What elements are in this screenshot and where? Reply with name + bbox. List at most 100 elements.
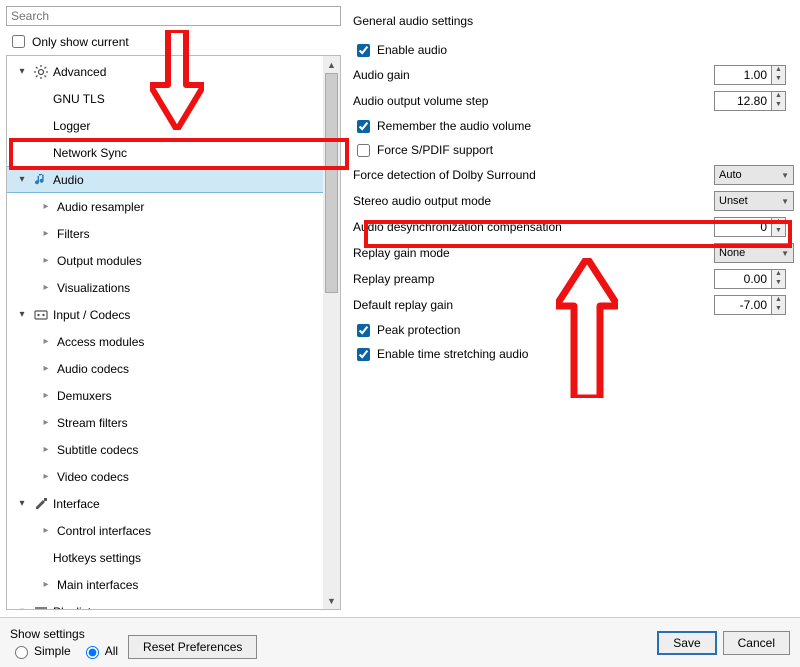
tree-input-codecs[interactable]: Input / Codecs <box>7 301 323 328</box>
scroll-up-icon[interactable]: ▲ <box>323 56 340 73</box>
search-input[interactable] <box>6 6 341 26</box>
tree-hotkeys-settings[interactable]: Hotkeys settings <box>7 544 323 571</box>
caret-down-icon[interactable] <box>15 498 29 509</box>
tree-advanced[interactable]: Advanced <box>7 58 323 85</box>
desync-input[interactable] <box>714 217 772 237</box>
caret-right-icon[interactable] <box>39 228 53 239</box>
tree-playlist[interactable]: Playlist <box>7 598 323 609</box>
cancel-button[interactable]: Cancel <box>723 631 790 655</box>
replay-gain-mode-label: Replay gain mode <box>353 246 714 260</box>
tree-label: Advanced <box>53 65 106 79</box>
dolby-label: Force detection of Dolby Surround <box>353 168 714 182</box>
caret-right-icon[interactable] <box>39 525 53 536</box>
tree-audio-resampler[interactable]: Audio resampler <box>7 193 323 220</box>
caret-down-icon[interactable] <box>15 309 29 320</box>
caret-right-icon[interactable] <box>39 579 53 590</box>
tree-subtitle-codecs[interactable]: Subtitle codecs <box>7 436 323 463</box>
stereo-mode-label: Stereo audio output mode <box>353 194 714 208</box>
caret-down-icon[interactable] <box>15 66 29 77</box>
radio-simple[interactable]: Simple <box>10 643 71 659</box>
remember-volume-box[interactable] <box>357 120 370 133</box>
tree-logger[interactable]: Logger <box>7 112 323 139</box>
force-spdif-checkbox[interactable]: Force S/PDIF support <box>353 138 794 162</box>
section-title: General audio settings <box>353 14 794 28</box>
default-replay-gain-input[interactable] <box>714 295 772 315</box>
default-replay-gain-spinner[interactable]: ▲▼ <box>772 295 786 315</box>
replay-preamp-spinner[interactable]: ▲▼ <box>772 269 786 289</box>
volume-step-input[interactable] <box>714 91 772 111</box>
settings-panel: General audio settings Enable audio Audi… <box>349 6 794 610</box>
peak-protection-box[interactable] <box>357 324 370 337</box>
tree-output-modules[interactable]: Output modules <box>7 247 323 274</box>
replay-gain-mode-combo[interactable]: None▼ <box>714 243 794 263</box>
tree-interface[interactable]: Interface <box>7 490 323 517</box>
sidebar-panel: Only show current Advanced GNU TLS Logge… <box>6 6 341 610</box>
remember-volume-checkbox[interactable]: Remember the audio volume <box>353 114 794 138</box>
only-show-current-checkbox[interactable]: Only show current <box>6 30 341 56</box>
caret-down-icon[interactable] <box>15 174 29 185</box>
show-settings-label: Show settings <box>10 627 118 641</box>
only-show-current-label: Only show current <box>32 35 129 49</box>
tree-access-modules[interactable]: Access modules <box>7 328 323 355</box>
chevron-down-icon: ▼ <box>781 197 789 206</box>
caret-right-icon[interactable] <box>39 363 53 374</box>
default-replay-gain-label: Default replay gain <box>353 298 714 312</box>
chevron-down-icon: ▼ <box>781 249 789 258</box>
radio-all[interactable]: All <box>81 643 118 659</box>
tree-label: Interface <box>53 497 100 511</box>
save-button[interactable]: Save <box>657 631 716 655</box>
scroll-track[interactable] <box>323 293 340 592</box>
time-stretch-box[interactable] <box>357 348 370 361</box>
audio-gain-input[interactable] <box>714 65 772 85</box>
audio-gain-spinner[interactable]: ▲▼ <box>772 65 786 85</box>
tree-visualizations[interactable]: Visualizations <box>7 274 323 301</box>
gear-icon <box>33 64 49 80</box>
caret-right-icon[interactable] <box>39 282 53 293</box>
replay-preamp-label: Replay preamp <box>353 272 714 286</box>
tree-scrollbar[interactable]: ▲ ▼ <box>323 56 340 609</box>
tree-stream-filters[interactable]: Stream filters <box>7 409 323 436</box>
force-spdif-box[interactable] <box>357 144 370 157</box>
desync-label: Audio desynchronization compensation <box>353 220 714 234</box>
tree-filters[interactable]: Filters <box>7 220 323 247</box>
tree-label: Input / Codecs <box>53 308 130 322</box>
peak-protection-checkbox[interactable]: Peak protection <box>353 318 794 342</box>
reset-preferences-button[interactable]: Reset Preferences <box>128 635 257 659</box>
volume-step-label: Audio output volume step <box>353 94 714 108</box>
caret-right-icon[interactable] <box>39 471 53 482</box>
desync-spinner[interactable]: ▲▼ <box>772 217 786 237</box>
caret-right-icon[interactable] <box>39 417 53 428</box>
tree-audio-codecs[interactable]: Audio codecs <box>7 355 323 382</box>
audio-gain-label: Audio gain <box>353 68 714 82</box>
tree-audio[interactable]: Audio <box>7 166 323 193</box>
caret-right-icon[interactable] <box>39 201 53 212</box>
stereo-mode-combo[interactable]: Unset▼ <box>714 191 794 211</box>
settings-tree[interactable]: Advanced GNU TLS Logger Network Sync Aud… <box>7 56 323 609</box>
tree-control-interfaces[interactable]: Control interfaces <box>7 517 323 544</box>
enable-audio-box[interactable] <box>357 44 370 57</box>
time-stretch-checkbox[interactable]: Enable time stretching audio <box>353 342 794 366</box>
chevron-down-icon: ▼ <box>781 171 789 180</box>
caret-right-icon[interactable] <box>39 390 53 401</box>
caret-down-icon[interactable] <box>15 606 29 609</box>
tree-main-interfaces[interactable]: Main interfaces <box>7 571 323 598</box>
tree-gnu-tls[interactable]: GNU TLS <box>7 85 323 112</box>
only-show-current-box[interactable] <box>12 35 25 48</box>
tree-network-sync[interactable]: Network Sync <box>7 139 323 166</box>
tree-label: Playlist <box>53 605 91 610</box>
caret-right-icon[interactable] <box>39 336 53 347</box>
caret-right-icon[interactable] <box>39 255 53 266</box>
tree-demuxers[interactable]: Demuxers <box>7 382 323 409</box>
playlist-icon <box>33 604 49 610</box>
tree-label: Audio <box>53 173 84 187</box>
scroll-down-icon[interactable]: ▼ <box>323 592 340 609</box>
scroll-thumb[interactable] <box>325 73 338 293</box>
footer-bar: Show settings Simple All Reset Preferenc… <box>0 617 800 667</box>
volume-step-spinner[interactable]: ▲▼ <box>772 91 786 111</box>
tree-video-codecs[interactable]: Video codecs <box>7 463 323 490</box>
enable-audio-checkbox[interactable]: Enable audio <box>353 38 794 62</box>
music-note-icon <box>33 172 49 188</box>
dolby-combo[interactable]: Auto▼ <box>714 165 794 185</box>
caret-right-icon[interactable] <box>39 444 53 455</box>
replay-preamp-input[interactable] <box>714 269 772 289</box>
